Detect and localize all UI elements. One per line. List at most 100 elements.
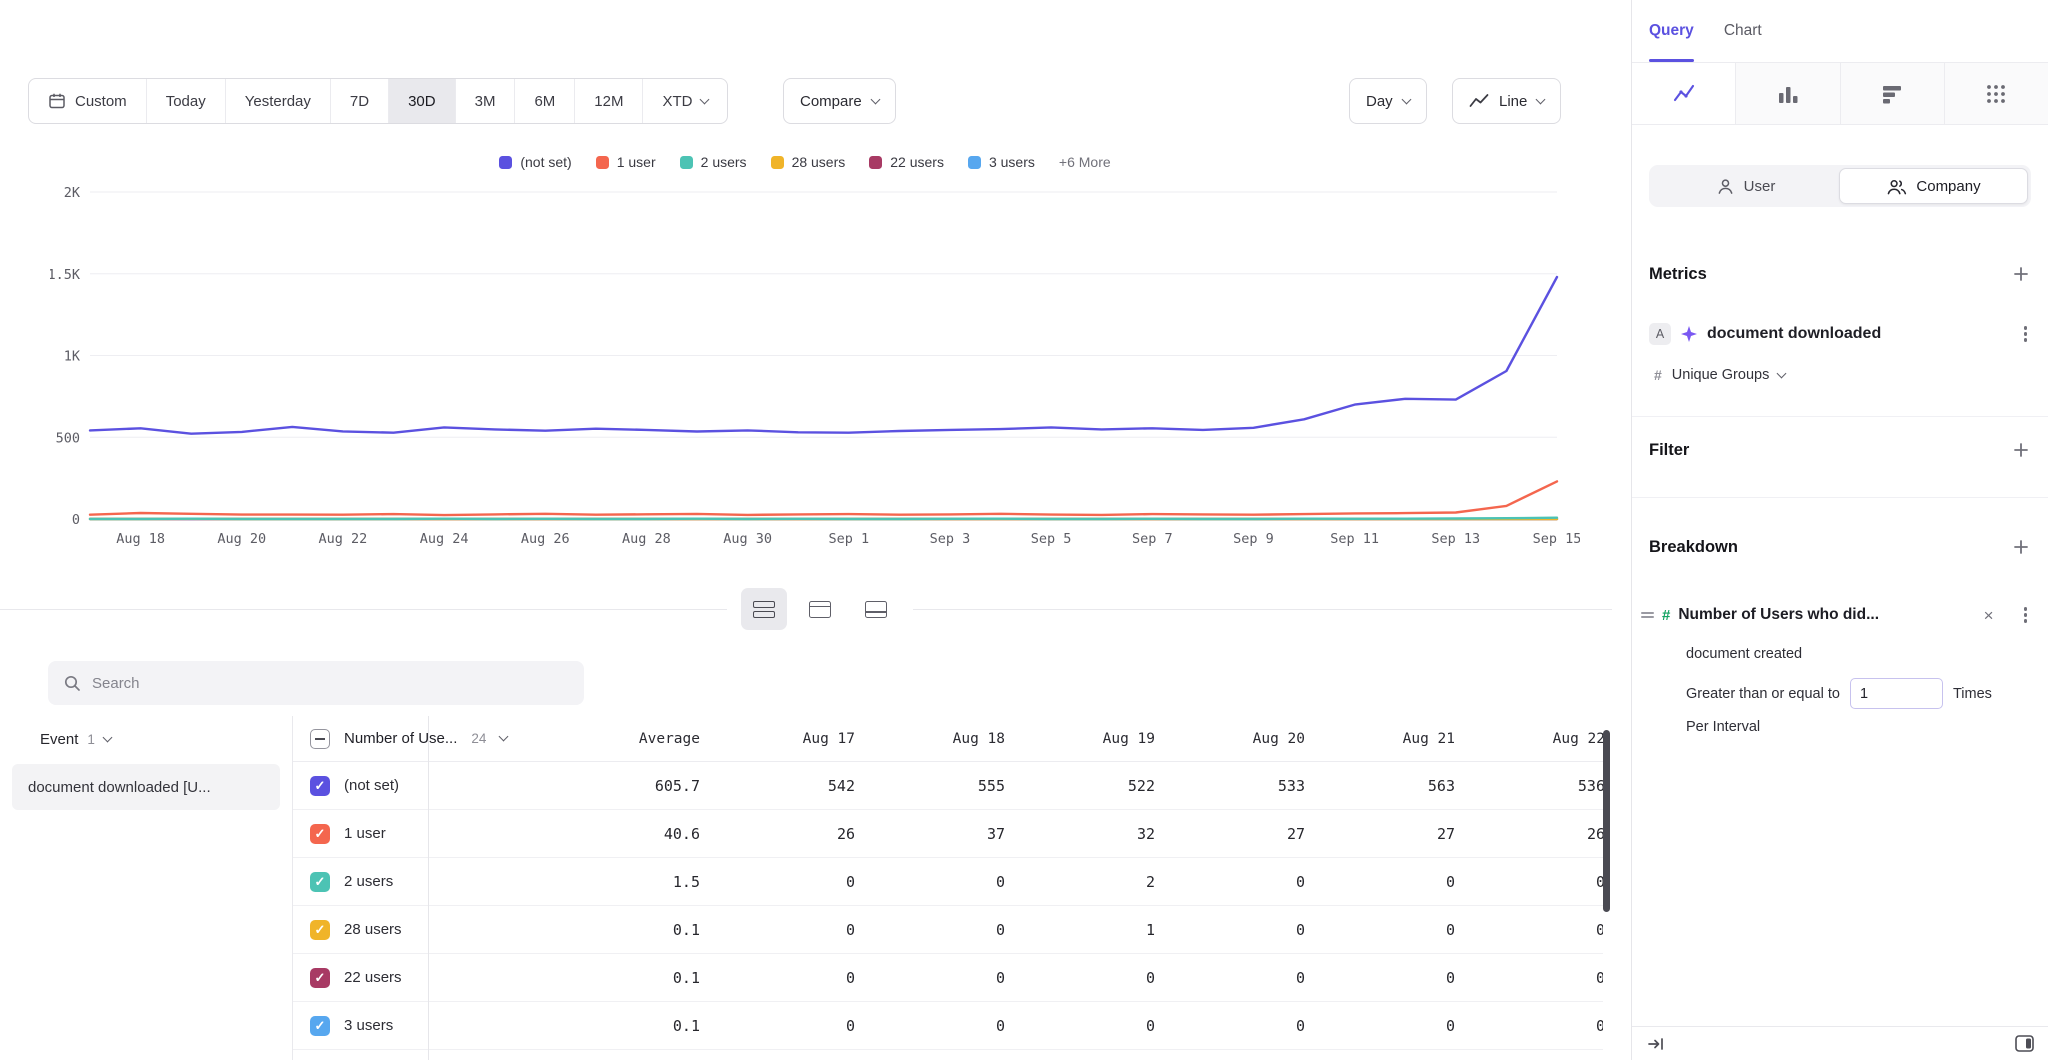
cell-value: 0 (721, 921, 871, 939)
series-label[interactable]: 22 users (344, 969, 402, 986)
per-interval-dropdown[interactable]: Per Interval (1649, 719, 2031, 735)
legend-item[interactable]: (not set) (499, 154, 571, 170)
date-column-header[interactable]: Aug 17 (721, 731, 871, 747)
add-filter-button[interactable] (2011, 440, 2031, 460)
add-breakdown-button[interactable] (2011, 537, 2031, 557)
chevron-down-icon (1536, 94, 1546, 104)
remove-breakdown-icon[interactable]: × (1980, 605, 1998, 626)
range-12m[interactable]: 12M (574, 79, 642, 123)
table-row: ✓2 users1.5002000 (293, 858, 1603, 906)
range-custom[interactable]: Custom (29, 79, 146, 123)
chart-type-button[interactable]: Line (1452, 78, 1561, 124)
aggregation-dropdown[interactable]: Unique Groups (1672, 367, 1786, 383)
select-all-checkbox[interactable] (310, 729, 330, 749)
panel-footer (1632, 1026, 2048, 1060)
layout-table-button[interactable] (853, 588, 899, 630)
search-input[interactable] (92, 675, 569, 692)
svg-text:Aug 24: Aug 24 (420, 531, 469, 547)
series-checkbox[interactable]: ✓ (310, 968, 330, 988)
legend-item[interactable]: 28 users (771, 154, 846, 170)
cell-value: 0 (1321, 1017, 1471, 1035)
date-column-header[interactable]: Aug 20 (1171, 731, 1321, 747)
panel-layout-icon[interactable] (2015, 1035, 2034, 1052)
segmentation-chart-tab[interactable] (1632, 63, 1735, 124)
kebab-menu-icon[interactable] (2020, 322, 2032, 346)
series-checkbox[interactable]: ✓ (310, 824, 330, 844)
metric-card: A document downloaded # Unique Groups (1649, 321, 2031, 386)
range-7d[interactable]: 7D (330, 79, 388, 123)
cell-value: 0 (1471, 921, 1603, 939)
breakdown-event[interactable]: document created (1649, 646, 2031, 662)
company-toggle[interactable]: Company (1839, 168, 2028, 204)
panel-tabs: Query Chart (1632, 0, 2048, 62)
granularity-button[interactable]: Day (1349, 78, 1427, 124)
legend-item[interactable]: 22 users (869, 154, 944, 170)
date-column-header[interactable]: Aug 22 (1471, 731, 1603, 747)
svg-text:1.5K: 1.5K (50, 267, 81, 283)
search-bar[interactable] (48, 661, 584, 705)
average-column-header[interactable]: Average (603, 731, 721, 747)
drag-handle-icon[interactable] (1641, 609, 1654, 621)
series-label[interactable]: 2 users (344, 873, 393, 890)
line-chart-svg[interactable]: 05001K1.5K2KAug 18Aug 20Aug 22Aug 24Aug … (50, 177, 1580, 557)
chevron-down-icon (1777, 368, 1787, 378)
series-label[interactable]: (not set) (344, 777, 399, 794)
series-label[interactable]: 1 user (344, 825, 386, 842)
legend-swatch (968, 156, 981, 169)
svg-text:Aug 26: Aug 26 (521, 531, 570, 547)
legend-swatch (499, 156, 512, 169)
legend-more[interactable]: +6 More (1059, 154, 1111, 170)
numeric-property-icon: # (1662, 607, 1670, 624)
chevron-down-icon (1401, 94, 1411, 104)
layout-chart-button[interactable] (797, 588, 843, 630)
table-row: ✓(not set)605.7542555522533563536 (293, 762, 1603, 810)
cell-value: 0 (1471, 969, 1603, 987)
series-checkbox[interactable]: ✓ (310, 872, 330, 892)
legend-item[interactable]: 1 user (596, 154, 656, 170)
range-6m[interactable]: 6M (514, 79, 574, 123)
range-today[interactable]: Today (146, 79, 225, 123)
legend-item[interactable]: 2 users (680, 154, 747, 170)
more-charts-tab[interactable] (1944, 63, 2048, 124)
event-column-header[interactable]: Event 1 (0, 716, 292, 762)
series-label[interactable]: 3 users (344, 1017, 393, 1034)
user-toggle[interactable]: User (1652, 168, 1839, 204)
svg-text:Aug 20: Aug 20 (217, 531, 266, 547)
add-metric-button[interactable] (2011, 264, 2031, 284)
breakdown-card-title[interactable]: Number of Users who did... (1678, 606, 1879, 624)
cell-value: 26 (721, 825, 871, 843)
date-column-header[interactable]: Aug 19 (1021, 731, 1171, 747)
tab-chart[interactable]: Chart (1724, 0, 1762, 62)
table-scrollbar[interactable] (1603, 730, 1610, 912)
bar-chart-tab[interactable] (1735, 63, 1839, 124)
kebab-menu-icon[interactable] (2020, 603, 2032, 627)
collapse-panel-icon[interactable] (1646, 1035, 1666, 1053)
legend-item[interactable]: 3 users (968, 154, 1035, 170)
series-checkbox[interactable]: ✓ (310, 920, 330, 940)
range-yesterday[interactable]: Yesterday (225, 79, 330, 123)
funnel-chart-tab[interactable] (1840, 63, 1944, 124)
cell-value: 0 (871, 873, 1021, 891)
threshold-input[interactable] (1850, 678, 1943, 709)
event-count: 1 (87, 732, 95, 747)
search-icon (63, 674, 81, 692)
event-row[interactable]: document downloaded [U... (12, 764, 280, 810)
layout-split-button[interactable] (741, 588, 787, 630)
date-column-header[interactable]: Aug 18 (871, 731, 1021, 747)
column-divider (428, 716, 429, 1060)
date-column-header[interactable]: Aug 21 (1321, 731, 1471, 747)
svg-text:Sep 5: Sep 5 (1031, 531, 1072, 547)
table-row: ✓3 users0.1000000 (293, 1002, 1603, 1050)
range-3m[interactable]: 3M (455, 79, 515, 123)
range-label: Custom (75, 93, 127, 110)
compare-button[interactable]: Compare (783, 78, 896, 124)
series-column-header[interactable]: Number of Use...24 (293, 729, 603, 749)
range-30d[interactable]: 30D (388, 79, 455, 123)
metric-event-name[interactable]: document downloaded (1707, 325, 1881, 343)
series-label[interactable]: 28 users (344, 921, 402, 938)
tab-query[interactable]: Query (1649, 0, 1694, 62)
series-checkbox[interactable]: ✓ (310, 776, 330, 796)
calendar-icon (48, 92, 66, 110)
series-checkbox[interactable]: ✓ (310, 1016, 330, 1036)
range-xtd[interactable]: XTD (642, 79, 727, 123)
